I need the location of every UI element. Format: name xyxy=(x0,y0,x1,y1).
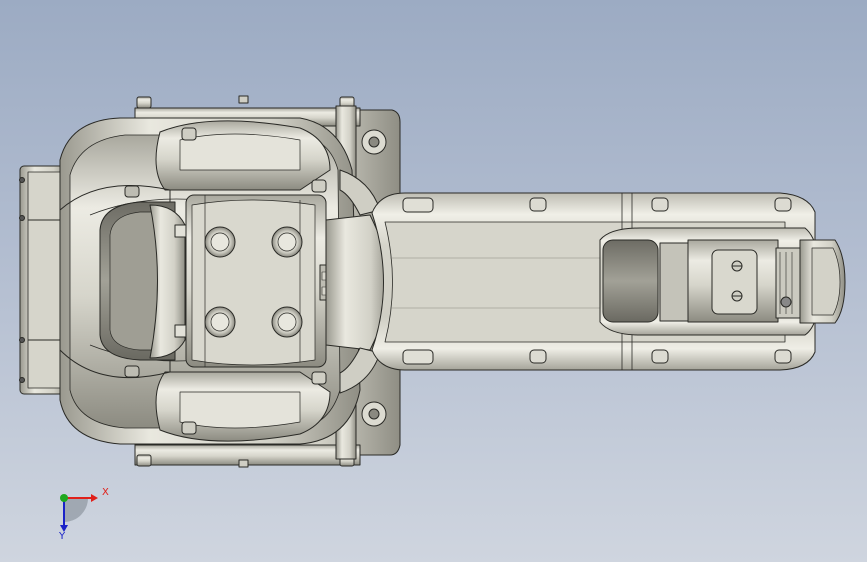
wrist-fork xyxy=(599,227,821,336)
triad-x-label: X xyxy=(102,487,109,498)
triad-y-label: Y xyxy=(59,531,66,542)
coordinate-triad: X Y xyxy=(48,484,110,544)
robot-arm-model[interactable] xyxy=(0,0,867,562)
end-flange xyxy=(799,239,846,324)
gearbox-block xyxy=(185,194,345,368)
joint-motor-cylinder xyxy=(99,201,188,361)
triad-graphic xyxy=(60,494,98,532)
cad-graphics-viewport[interactable]: X Y xyxy=(0,0,867,562)
